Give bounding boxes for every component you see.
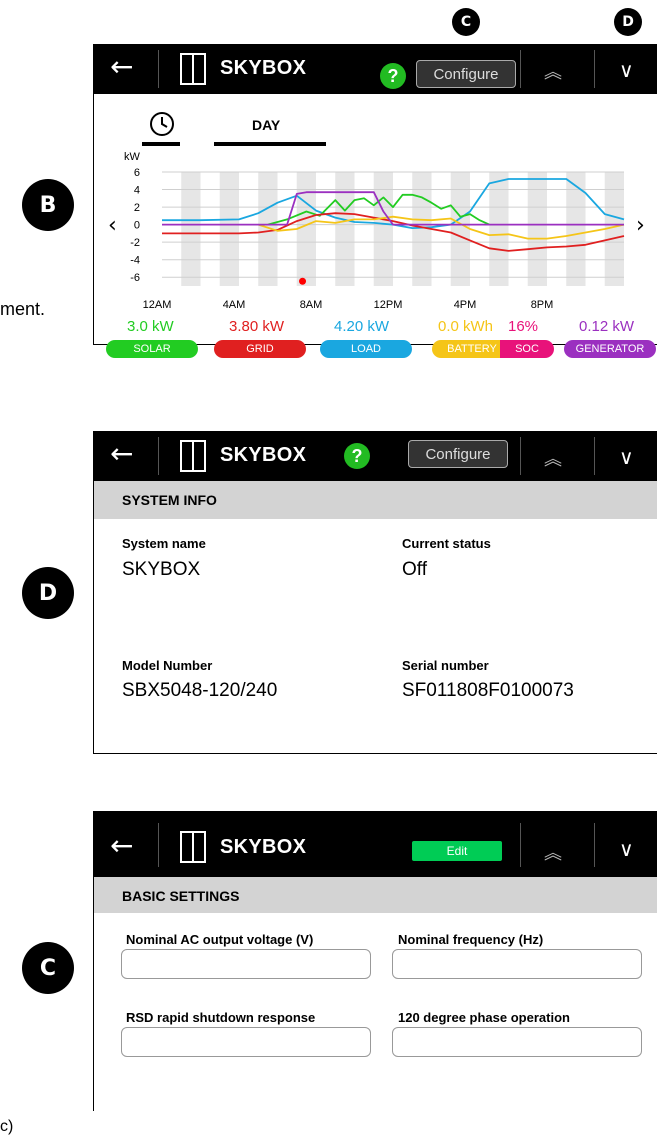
field-label: Serial number: [402, 658, 489, 673]
generator-value: 0.12 kW: [579, 318, 635, 335]
rsd-response-input[interactable]: [121, 1027, 371, 1057]
back-arrow-icon[interactable]: ←: [110, 831, 133, 861]
top-bar: ← SKYBOX Edit ︽ ∨: [94, 811, 657, 877]
field-value: SBX5048-120/240: [122, 680, 278, 701]
tab-day[interactable]: DAY: [214, 108, 326, 146]
y-tick-label: -4: [130, 255, 140, 267]
x-tick-label: 4AM: [223, 299, 246, 311]
callout-c: C: [22, 942, 74, 994]
collapse-up-icon[interactable]: ︽: [544, 839, 562, 865]
chevron-left-icon[interactable]: ‹: [108, 213, 117, 238]
system-info-panel: ← SKYBOX ? Configure ︽ ∨ SYSTEM INFO Sys…: [93, 431, 657, 754]
divider: [520, 823, 521, 867]
y-tick-label: -2: [130, 237, 140, 249]
device-title: SKYBOX: [220, 444, 307, 466]
device-title: SKYBOX: [220, 57, 307, 79]
battery-value: 0.0 kWh: [438, 318, 494, 335]
legend-soc[interactable]: SOC: [500, 340, 554, 358]
section-header: BASIC SETTINGS: [94, 877, 657, 913]
top-bar: ← SKYBOX ? Configure ︽ ∨: [94, 431, 657, 481]
help-icon[interactable]: ?: [380, 63, 406, 89]
device-icon: [180, 831, 206, 863]
caption-fragment-bottom: c): [0, 1118, 14, 1135]
x-tick-label: 8PM: [531, 299, 554, 311]
x-tick-label: 4PM: [454, 299, 477, 311]
nominal-ac-voltage-input[interactable]: [121, 949, 371, 979]
section-header: SYSTEM INFO: [94, 481, 657, 519]
collapse-up-icon[interactable]: ︽: [544, 445, 562, 471]
y-tick-label: 2: [134, 202, 140, 214]
field-value: SKYBOX: [122, 559, 201, 580]
chevron-down-icon[interactable]: ∨: [619, 58, 634, 83]
legend-grid[interactable]: GRID: [214, 340, 306, 358]
clock-icon: [150, 112, 174, 136]
help-icon[interactable]: ?: [344, 443, 370, 469]
top-bar: ← SKYBOX ? Configure ︽ ∨: [94, 44, 657, 94]
back-arrow-icon[interactable]: ←: [110, 52, 133, 82]
configure-button[interactable]: Configure: [416, 60, 516, 88]
chevron-down-icon[interactable]: ∨: [619, 837, 634, 862]
edit-button[interactable]: Edit: [412, 841, 502, 861]
tab-day-label: DAY: [252, 117, 281, 133]
energy-chart-panel: ← SKYBOX ? Configure ︽ ∨ DAY 6 4 2 0 -2 -4 -6 k…: [93, 44, 657, 358]
collapse-up-icon[interactable]: ︽: [544, 58, 562, 84]
y-tick-label: 6: [134, 167, 140, 179]
device-icon: [180, 440, 206, 472]
caption-fragment-ment: ment.: [0, 299, 46, 319]
field-label: Current status: [402, 536, 491, 551]
field-value: Off: [402, 559, 427, 580]
tab-history[interactable]: [142, 108, 180, 146]
y-tick-label: 4: [134, 185, 140, 197]
field-label: Nominal AC output voltage (V): [126, 932, 314, 947]
legend-load[interactable]: LOAD: [320, 340, 412, 358]
field-value: SF011808F0100073: [402, 680, 574, 701]
legend-generator[interactable]: GENERATOR: [564, 340, 656, 358]
x-tick-label: 8AM: [300, 299, 323, 311]
chevron-down-icon[interactable]: ∨: [619, 445, 634, 470]
grid-value: 3.80 kW: [229, 318, 285, 335]
marker-dot: [299, 277, 307, 285]
field-label: Model Number: [122, 658, 213, 673]
back-arrow-icon[interactable]: ←: [110, 439, 133, 469]
divider: [594, 823, 595, 867]
configure-button[interactable]: Configure: [408, 440, 508, 468]
y-tick-label: -6: [130, 272, 140, 284]
nominal-frequency-input[interactable]: [392, 949, 642, 979]
load-value: 4.20 kW: [334, 318, 390, 335]
divider: [158, 823, 159, 867]
divider: [158, 437, 159, 475]
solar-value: 3.0 kW: [127, 318, 174, 335]
callout-b: B: [22, 179, 74, 231]
y-tick-label: 0: [134, 220, 140, 232]
section-title: BASIC SETTINGS: [122, 888, 240, 904]
legend-solar[interactable]: SOLAR: [106, 340, 198, 358]
callout-d: D: [22, 567, 74, 619]
x-tick-label: 12PM: [374, 299, 403, 311]
divider: [158, 50, 159, 88]
divider: [594, 50, 595, 88]
device-title: SKYBOX: [220, 836, 307, 858]
chevron-right-icon[interactable]: ›: [636, 213, 645, 238]
energy-line-chart: 6 4 2 0 -2 -4 -6 kW 12AM 4AM 8AM 12PM 4PM 8PM ‹ ›: [108, 151, 645, 311]
x-tick-label: 12AM: [143, 299, 172, 311]
device-icon: [180, 53, 206, 85]
field-label: RSD rapid shutdown response: [126, 1010, 316, 1025]
section-title: SYSTEM INFO: [122, 492, 217, 508]
y-axis-unit: kW: [124, 151, 141, 163]
field-label: System name: [122, 536, 206, 551]
callout-d-top: D: [614, 8, 642, 36]
phase-operation-input[interactable]: [392, 1027, 642, 1057]
divider: [594, 437, 595, 475]
soc-value: 16%: [508, 318, 539, 335]
divider: [520, 437, 521, 475]
field-label: Nominal frequency (Hz): [398, 932, 544, 947]
basic-settings-panel: ← SKYBOX Edit ︽ ∨ BASIC SETTINGS Nominal…: [93, 811, 657, 1111]
callout-c-top: C: [452, 8, 480, 36]
divider: [520, 50, 521, 88]
tab-underline: [142, 142, 180, 146]
tab-underline: [214, 142, 326, 146]
field-label: 120 degree phase operation: [398, 1010, 570, 1025]
